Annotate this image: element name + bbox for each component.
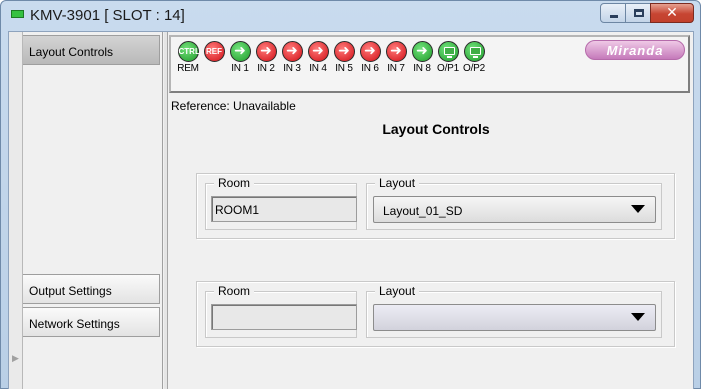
nav-item-network-settings[interactable]: Network Settings: [23, 307, 160, 337]
layout-group-1: Room ROOM1 Layout Layout_01_SD: [196, 173, 675, 239]
input-arrow-icon: ➜: [229, 41, 251, 62]
ref-led-icon: REF: [203, 41, 225, 62]
status-op1[interactable]: O/P1: [435, 41, 461, 74]
nav-item-layout-controls[interactable]: Layout Controls: [23, 35, 160, 65]
main-panel: CTRL REM REF ➜ IN 1 ➜ IN 2 ➜ IN 3 ➜ IN 4…: [169, 32, 693, 389]
chevron-down-icon: [631, 205, 645, 213]
input-arrow-icon: ➜: [281, 41, 303, 62]
status-caption: IN 4: [309, 63, 327, 74]
status-caption: REM: [177, 63, 199, 74]
status-in3[interactable]: ➜ IN 3: [279, 41, 305, 74]
status-in7[interactable]: ➜ IN 7: [383, 41, 409, 74]
close-button[interactable]: ✕: [650, 3, 694, 23]
status-in2[interactable]: ➜ IN 2: [253, 41, 279, 74]
maximize-button[interactable]: [625, 3, 651, 23]
room-field[interactable]: [211, 304, 357, 330]
ref-led-text: REF: [206, 47, 222, 56]
status-caption: IN 1: [231, 63, 249, 74]
layout-fieldset: Layout Layout_01_SD: [366, 176, 662, 230]
input-arrow-icon: ➜: [411, 41, 433, 62]
layout-label: Layout: [375, 176, 420, 190]
room-fieldset: Room ROOM1: [205, 176, 357, 230]
window-controls: ✕: [600, 3, 694, 23]
status-caption: IN 7: [387, 63, 405, 74]
status-in5[interactable]: ➜ IN 5: [331, 41, 357, 74]
nav-collapse-strip[interactable]: ▶: [9, 32, 23, 389]
room-label: Room: [214, 284, 255, 298]
ctrl-led-text: CTRL: [178, 47, 200, 56]
expand-arrow-icon[interactable]: ▶: [12, 353, 19, 364]
maximize-icon: [634, 9, 644, 17]
input-arrow-icon: ➜: [333, 41, 355, 62]
minimize-button[interactable]: [600, 3, 626, 23]
input-arrow-icon: ➜: [255, 41, 277, 62]
layout-label: Layout: [375, 284, 420, 298]
status-op2[interactable]: O/P2: [461, 41, 487, 74]
nav-panel: Layout Controls Output Settings Network …: [23, 32, 163, 389]
layout-select[interactable]: [373, 304, 656, 331]
status-ref[interactable]: REF: [201, 41, 227, 62]
reference-status: Reference: Unavailable: [171, 99, 296, 113]
status-caption: IN 3: [283, 63, 301, 74]
status-caption: O/P2: [463, 63, 485, 74]
input-arrow-icon: ➜: [359, 41, 381, 62]
status-caption: O/P1: [437, 63, 459, 74]
miranda-logo: Miranda: [585, 40, 685, 60]
close-icon: ✕: [666, 5, 678, 21]
status-in8[interactable]: ➜ IN 8: [409, 41, 435, 74]
status-bar: CTRL REM REF ➜ IN 1 ➜ IN 2 ➜ IN 3 ➜ IN 4…: [169, 35, 690, 93]
input-arrow-icon: ➜: [307, 41, 329, 62]
window-title: KMV-3901 [ SLOT : 14]: [30, 7, 185, 24]
status-in4[interactable]: ➜ IN 4: [305, 41, 331, 74]
layout-select-value: Layout_01_SD: [383, 204, 463, 218]
layout-group-2: Room Layout: [196, 281, 675, 347]
splitter[interactable]: [164, 32, 168, 389]
room-label: Room: [214, 176, 255, 190]
status-in6[interactable]: ➜ IN 6: [357, 41, 383, 74]
room-fieldset: Room: [205, 284, 357, 338]
room-field[interactable]: ROOM1: [211, 196, 357, 222]
status-caption: IN 6: [361, 63, 379, 74]
chevron-down-icon: [631, 313, 645, 321]
layout-fieldset: Layout: [366, 284, 662, 338]
status-ctrl[interactable]: CTRL REM: [175, 41, 201, 74]
minimize-icon: [610, 15, 618, 18]
panel-title: Layout Controls: [382, 121, 490, 137]
ctrl-led-icon: CTRL: [177, 41, 200, 62]
app-icon: [11, 10, 24, 18]
nav-item-output-settings[interactable]: Output Settings: [23, 274, 160, 304]
monitor-icon: [437, 41, 459, 62]
status-caption: IN 2: [257, 63, 275, 74]
input-arrow-icon: ➜: [385, 41, 407, 62]
app-window: KMV-3901 [ SLOT : 14] ✕ ▶ Layout Control…: [0, 0, 701, 389]
status-in1[interactable]: ➜ IN 1: [227, 41, 253, 74]
status-caption: IN 5: [335, 63, 353, 74]
status-caption: IN 8: [413, 63, 431, 74]
monitor-icon: [463, 41, 485, 62]
layout-select[interactable]: Layout_01_SD: [373, 196, 656, 223]
client-area: ▶ Layout Controls Output Settings Networ…: [8, 31, 694, 389]
title-bar[interactable]: KMV-3901 [ SLOT : 14] ✕: [1, 1, 700, 31]
